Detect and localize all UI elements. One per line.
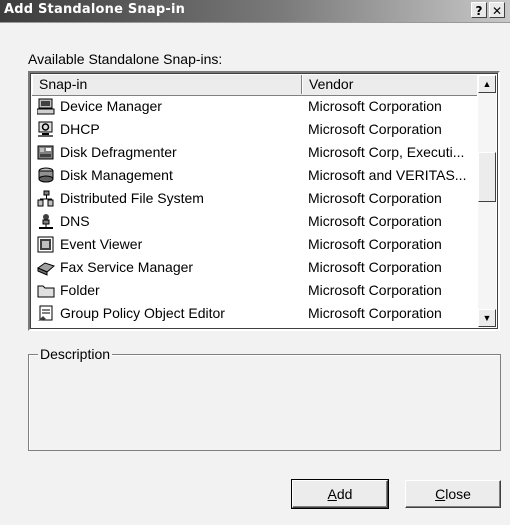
- close-mnemonic: C: [435, 486, 446, 502]
- close-window-button[interactable]: ✕: [489, 2, 505, 18]
- title-bar[interactable]: Add Standalone Snap-in ? ✕: [0, 0, 510, 23]
- snapin-name: Device Manager: [60, 98, 162, 114]
- snapin-name: DNS: [60, 213, 90, 229]
- snapin-name: Distributed File System: [60, 190, 204, 206]
- help-button[interactable]: ?: [471, 2, 487, 18]
- scroll-up-button[interactable]: ▲: [478, 75, 496, 93]
- folder-icon: [37, 282, 55, 299]
- description-label: Description: [38, 346, 113, 362]
- fax-service-icon: [36, 259, 55, 276]
- add-mnemonic: A: [327, 486, 337, 502]
- snapin-vendor: Microsoft Corp, Executi...: [308, 144, 465, 160]
- snapin-vendor: Microsoft Corporation: [308, 236, 442, 252]
- snapin-vendor: Microsoft Corporation: [308, 98, 442, 114]
- dns-icon: [37, 213, 55, 230]
- snapin-name: Group Policy Object Editor: [60, 305, 225, 321]
- snapin-name: Folder: [60, 282, 100, 298]
- snapin-vendor: Microsoft Corporation: [308, 259, 442, 275]
- window-title: Add Standalone Snap-in: [4, 2, 186, 17]
- scroll-down-button[interactable]: ▼: [478, 309, 496, 327]
- available-snapins-label: Available Standalone Snap-ins:: [28, 51, 223, 67]
- snapin-vendor: Microsoft Corporation: [308, 282, 442, 298]
- snapin-vendor: Microsoft and VERITAS...: [308, 167, 467, 183]
- disk-defragmenter-icon: [37, 144, 55, 161]
- list-scrollbar[interactable]: ▲ ▼: [478, 75, 496, 327]
- scroll-thumb[interactable]: [478, 152, 496, 202]
- description-groupbox: [28, 354, 501, 451]
- close-label: lose: [445, 486, 471, 502]
- snapin-name: Disk Defragmenter: [60, 144, 177, 160]
- snapin-name: Disk Management: [60, 167, 173, 183]
- snapin-list[interactable]: Snap-in Vendor Device Manager Microsoft …: [28, 71, 500, 331]
- add-button[interactable]: Add: [291, 479, 389, 509]
- device-manager-icon: [36, 98, 55, 115]
- add-label: dd: [336, 486, 353, 502]
- disk-management-icon: [37, 167, 55, 184]
- snapin-name: Fax Service Manager: [60, 259, 194, 275]
- column-header-snapin[interactable]: Snap-in: [32, 75, 302, 94]
- snapin-name: Event Viewer: [60, 236, 143, 252]
- snapin-vendor: Microsoft Corporation: [308, 121, 442, 137]
- snapin-vendor: Microsoft Corporation: [308, 213, 442, 229]
- group-policy-icon: [37, 305, 55, 322]
- distributed-file-system-icon: [37, 190, 55, 207]
- snapin-name: DHCP: [60, 121, 100, 137]
- close-button[interactable]: Close: [405, 480, 501, 508]
- list-header: Snap-in Vendor: [32, 75, 481, 96]
- event-viewer-icon: [37, 236, 55, 253]
- dhcp-icon: [37, 121, 55, 138]
- column-header-vendor[interactable]: Vendor: [302, 75, 481, 94]
- snapin-vendor: Microsoft Corporation: [308, 190, 442, 206]
- snapin-vendor: Microsoft Corporation: [308, 305, 442, 321]
